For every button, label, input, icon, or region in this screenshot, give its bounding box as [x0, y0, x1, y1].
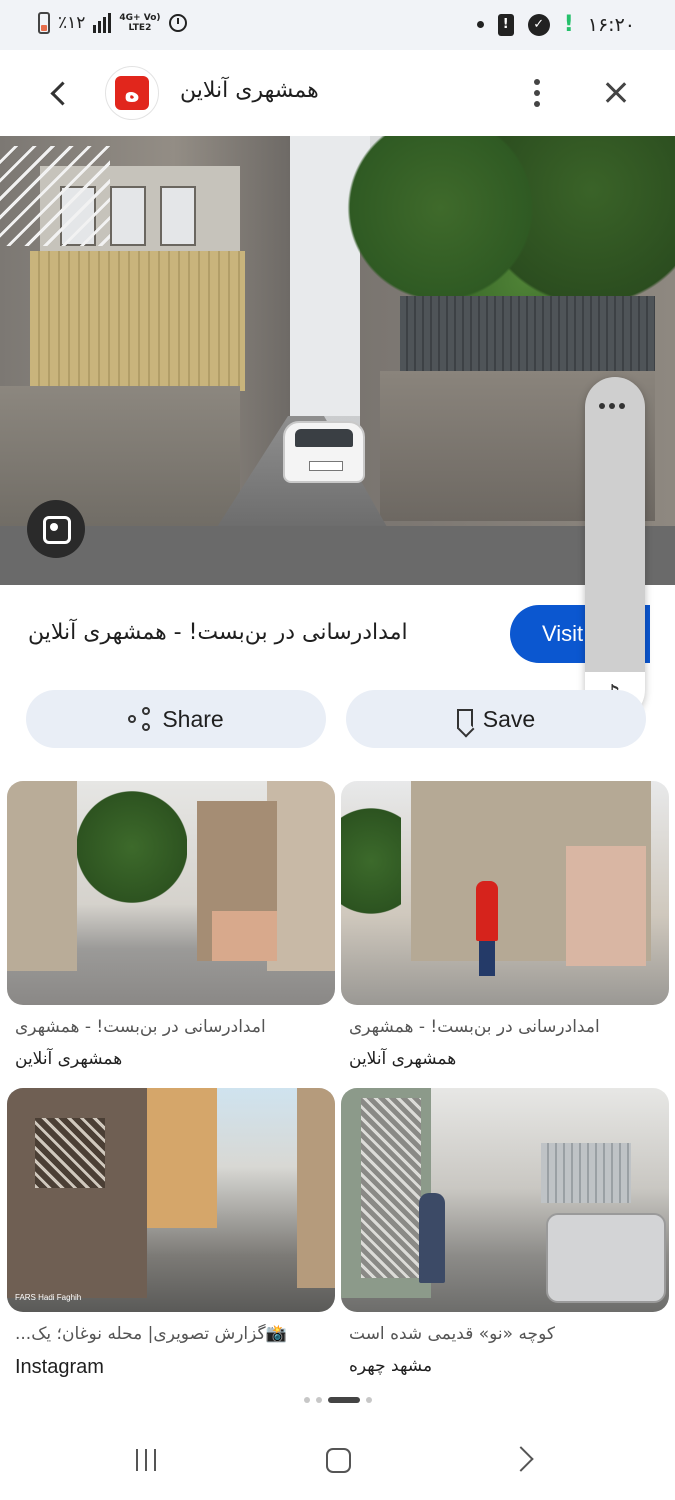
lens-search-button[interactable] — [27, 500, 85, 558]
site-name[interactable]: همشهری آنلاین — [180, 78, 319, 103]
back-button[interactable] — [42, 75, 78, 111]
close-button[interactable] — [598, 75, 634, 111]
floating-side-widget[interactable]: ♪ — [585, 377, 645, 720]
recents-button[interactable] — [136, 1449, 156, 1471]
related-source: Instagram — [15, 1356, 104, 1378]
home-button[interactable] — [326, 1448, 351, 1473]
car — [283, 421, 365, 483]
status-bar: ٪۱۲ 4G+ Vo) LTE2 ! ✓ ! ۱۶:۲۰ — [0, 0, 675, 50]
result-title[interactable]: امدادرسانی در بن‌بست! - همشهری آنلاین — [28, 620, 488, 645]
related-thumbnail[interactable] — [341, 1088, 669, 1312]
system-nav-bar — [0, 1420, 675, 1500]
sim-alert-icon: ! — [497, 13, 514, 36]
related-card[interactable]: امدادرسانی در بن‌بست! - همشهری همشهری آن… — [341, 781, 669, 1081]
warning-green-icon: ! — [563, 12, 574, 37]
share-button[interactable]: Share — [26, 690, 326, 748]
related-source: مشهد چهره — [349, 1356, 433, 1376]
clock: ۱۶:۲۰ — [587, 13, 635, 36]
related-title[interactable]: کوچه «نو» قدیمی شده است — [349, 1324, 659, 1344]
related-card[interactable]: امدادرسانی در بن‌بست! - همشهری همشهری آن… — [7, 781, 335, 1081]
page-dot — [303, 1397, 310, 1403]
signal-icon — [93, 13, 112, 33]
site-logo[interactable]: ه — [105, 66, 159, 120]
share-icon — [128, 707, 152, 731]
save-label: Save — [482, 705, 536, 732]
battery-level: ٪۱۲ — [58, 13, 86, 33]
related-card[interactable]: FARS Hadi Faghih 📸گزارش تصویری| محله نوغ… — [7, 1088, 335, 1378]
related-source: همشهری آنلاین — [15, 1049, 123, 1069]
notification-dot-icon — [476, 21, 484, 28]
related-title[interactable]: امدادرسانی در بن‌بست! - همشهری — [349, 1017, 659, 1037]
image-watermark: FARS Hadi Faghih — [15, 1293, 82, 1302]
shield-check-icon: ✓ — [527, 13, 550, 36]
more-horiz-icon[interactable] — [599, 403, 625, 409]
status-right: ! ✓ ! ۱۶:۲۰ — [476, 12, 635, 37]
bookmark-icon — [456, 709, 473, 729]
page-dot — [365, 1397, 372, 1403]
related-card[interactable]: کوچه «نو» قدیمی شده است مشهد چهره — [341, 1088, 669, 1378]
hamshahri-logo-icon: ه — [115, 76, 149, 110]
battery-icon — [38, 12, 50, 34]
page-dot — [315, 1397, 322, 1403]
network-type: 4G+ Vo) LTE2 — [119, 13, 161, 33]
status-left: ٪۱۲ 4G+ Vo) LTE2 — [38, 12, 187, 34]
page-indicator — [0, 1394, 675, 1406]
related-thumbnail[interactable] — [7, 781, 335, 1005]
more-options-button[interactable] — [520, 76, 554, 110]
share-label: Share — [162, 705, 224, 732]
page-dot-active — [327, 1397, 360, 1403]
save-button[interactable]: Save — [346, 690, 646, 748]
viewer-header: ه همشهری آنلاین — [0, 50, 675, 136]
main-image[interactable] — [0, 136, 675, 585]
nav-back-button[interactable] — [508, 1446, 534, 1472]
related-thumbnail[interactable] — [341, 781, 669, 1005]
alarm-icon — [168, 14, 187, 32]
related-source: همشهری آنلاین — [349, 1049, 457, 1069]
related-title[interactable]: 📸گزارش تصویری| محله نوغان؛ یک... — [15, 1324, 325, 1344]
related-thumbnail[interactable]: FARS Hadi Faghih — [7, 1088, 335, 1312]
related-title[interactable]: امدادرسانی در بن‌بست! - همشهری — [15, 1017, 325, 1037]
